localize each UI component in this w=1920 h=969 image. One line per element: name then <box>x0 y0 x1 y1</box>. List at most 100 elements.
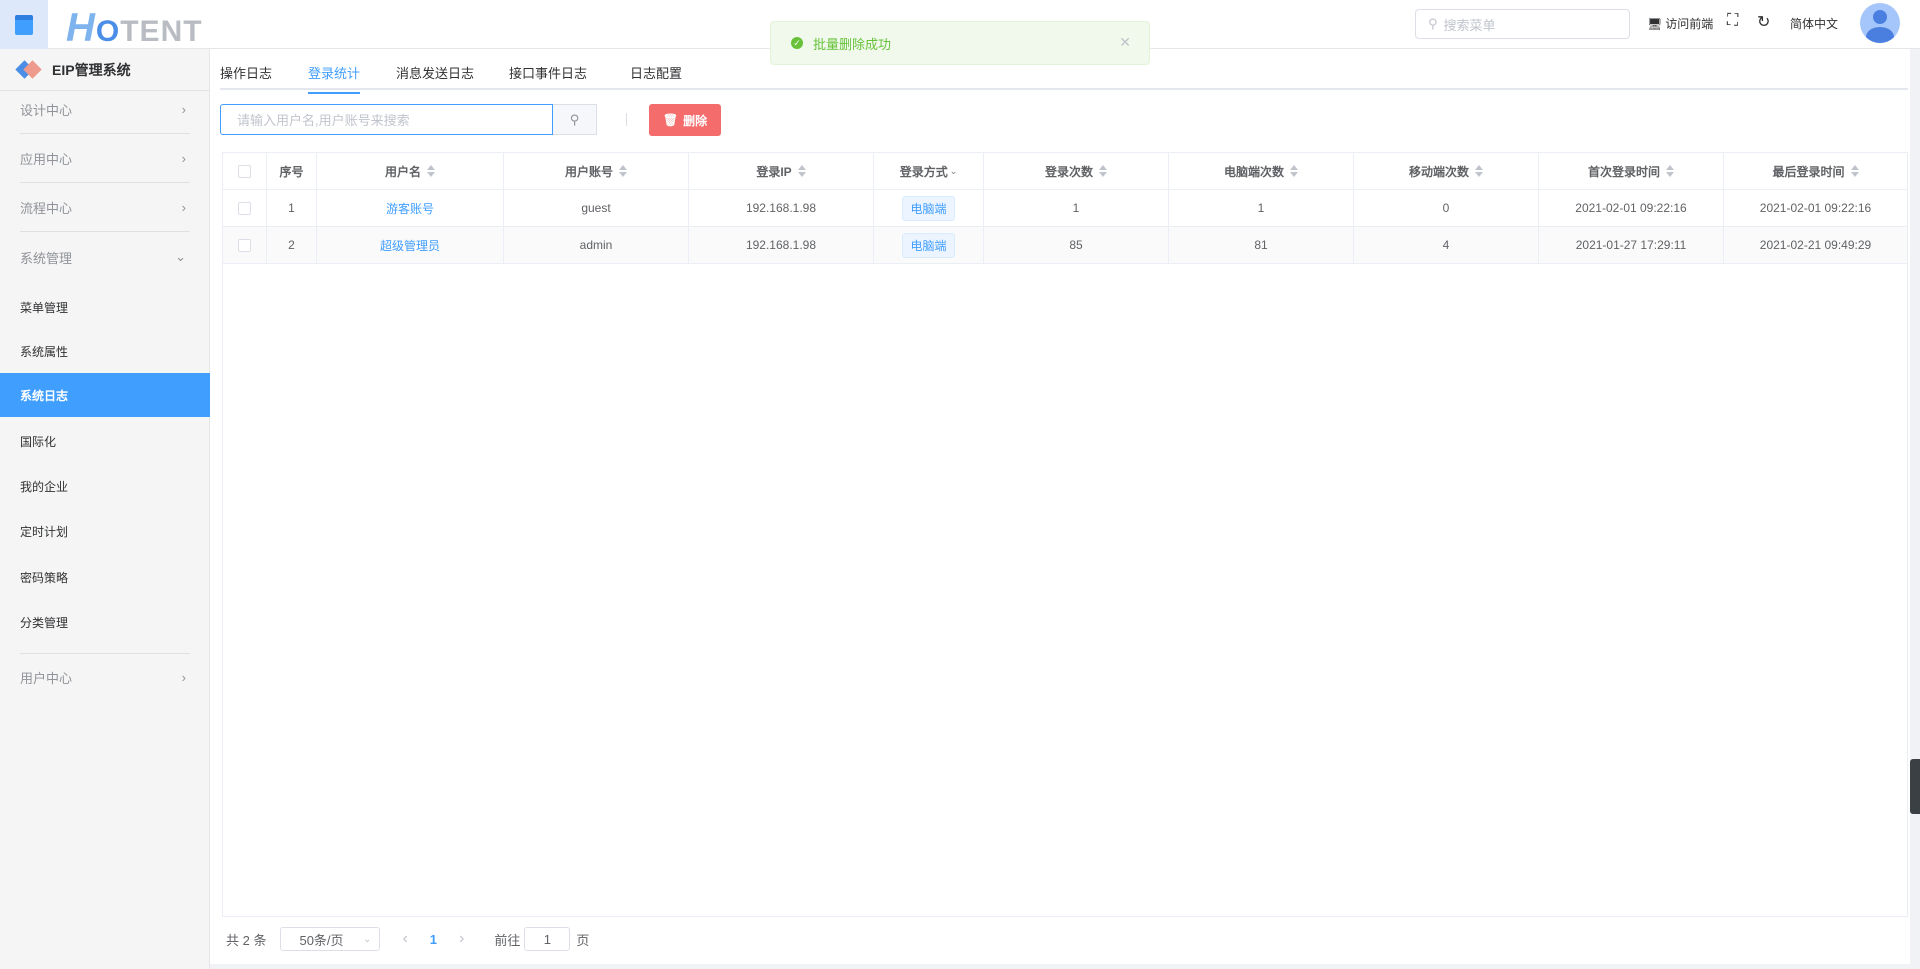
sort-icon[interactable] <box>1290 165 1298 177</box>
delete-button[interactable]: 🗑 删除 <box>649 104 721 136</box>
sort-icon[interactable] <box>797 165 806 177</box>
prev-page-button[interactable]: ‹ <box>402 930 407 948</box>
sidebar-group-design[interactable]: 设计中心 › <box>20 86 190 134</box>
cell-index: 1 <box>267 190 317 226</box>
sort-icon[interactable] <box>1475 165 1483 177</box>
refresh-icon[interactable]: ↻ <box>1757 12 1770 32</box>
cell-index: 2 <box>267 227 317 263</box>
tab-operation-log[interactable]: 操作日志 <box>220 63 272 92</box>
header-login-method[interactable]: 登录方式 ⌄ <box>874 153 984 189</box>
cell-login-method: 电脑端 <box>874 190 984 226</box>
header-last-login[interactable]: 最后登录时间 <box>1724 153 1907 189</box>
search-icon: ⚲ <box>1428 16 1438 31</box>
avatar[interactable] <box>1860 3 1900 43</box>
row-checkbox[interactable] <box>223 190 267 226</box>
filter-chevron-icon[interactable]: ⌄ <box>950 166 958 177</box>
sort-icon[interactable] <box>1850 165 1859 177</box>
search-icon: ⚲ <box>569 111 580 127</box>
cell-pc-count: 81 <box>1169 227 1354 263</box>
system-logo-icon <box>15 59 42 79</box>
visit-frontend-button[interactable]: 🖥 访问前端 <box>1647 15 1713 32</box>
cell-mobile-count: 4 <box>1354 227 1539 263</box>
sidebar-item-menu[interactable]: 菜单管理 <box>0 285 210 329</box>
header-login-count[interactable]: 登录次数 <box>984 153 1169 189</box>
sidebar-item-category[interactable]: 分类管理 <box>0 600 210 644</box>
login-stats-table: 序号 用户名 用户账号 登录IP 登录方式 ⌄ 登录次数 电脑端次数 移动端次数 … <box>222 152 1908 917</box>
header-mobile-count[interactable]: 移动端次数 <box>1354 153 1539 189</box>
check-circle-icon: ✓ <box>791 37 803 49</box>
tab-message-log[interactable]: 消息发送日志 <box>396 63 474 92</box>
cell-ip: 192.168.1.98 <box>689 190 874 226</box>
fullscreen-icon[interactable]: ⛶ <box>1727 12 1738 30</box>
cell-last-login: 2021-02-21 09:49:29 <box>1759 238 1872 252</box>
chevron-down-icon: ⌄ <box>175 249 186 264</box>
cell-login-count: 85 <box>984 227 1169 263</box>
cell-login-count: 1 <box>984 190 1169 226</box>
menu-search-input[interactable]: ⚲ 搜索菜单 <box>1415 9 1630 39</box>
next-page-button[interactable]: › <box>459 930 464 948</box>
search-button[interactable]: ⚲ <box>553 104 597 135</box>
logo: HOTENT <box>66 6 203 50</box>
tab-login-stats[interactable]: 登录统计 <box>308 63 361 94</box>
cell-username-link[interactable]: 超级管理员 <box>317 227 504 263</box>
chevron-right-icon: › <box>181 670 186 685</box>
header-pc-count[interactable]: 电脑端次数 <box>1169 153 1354 189</box>
header-ip[interactable]: 登录IP <box>689 153 874 189</box>
divider <box>626 113 627 126</box>
menu-icon <box>15 14 33 35</box>
cell-account: admin <box>504 227 689 263</box>
sidebar-item-password-policy[interactable]: 密码策略 <box>0 555 210 599</box>
sidebar-item-i18n[interactable]: 国际化 <box>0 419 210 463</box>
select-all-checkbox[interactable] <box>223 153 267 189</box>
cell-username-link[interactable]: 游客账号 <box>317 190 504 226</box>
cell-ip: 192.168.1.98 <box>689 227 874 263</box>
cell-login-method: 电脑端 <box>874 227 984 263</box>
sidebar-item-properties[interactable]: 系统属性 <box>0 329 210 373</box>
sort-icon[interactable] <box>619 165 627 177</box>
sort-icon[interactable] <box>427 165 435 177</box>
header-account[interactable]: 用户账号 <box>504 153 689 189</box>
trash-icon: 🗑 <box>662 113 679 127</box>
page-number-current[interactable]: 1 <box>430 932 437 947</box>
sidebar-group-app[interactable]: 应用中心 › <box>20 135 190 183</box>
chevron-down-icon: ⌄ <box>363 933 372 945</box>
sidebar-item-schedule[interactable]: 定时计划 <box>0 509 210 553</box>
system-title: EIP管理系统 <box>0 49 209 91</box>
sidebar-item-system-log[interactable]: 系统日志 <box>0 373 210 417</box>
table-header-row: 序号 用户名 用户账号 登录IP 登录方式 ⌄ 登录次数 电脑端次数 移动端次数 … <box>223 153 1907 190</box>
language-switch[interactable]: 简体中文 <box>1790 15 1838 32</box>
goto-label: 前往 <box>494 932 521 948</box>
sidebar-group-flow[interactable]: 流程中心 › <box>20 184 190 232</box>
table-row[interactable]: 1 游客账号 guest 192.168.1.98 电脑端 1 1 0 2021… <box>223 190 1907 227</box>
header-first-login[interactable]: 首次登录时间 <box>1539 153 1724 189</box>
login-method-tag: 电脑端 <box>902 232 955 258</box>
sidebar: EIP管理系统 设计中心 › 应用中心 › 流程中心 › 系统管理 ⌄ 菜单管理 系统属… <box>0 49 210 969</box>
main-content: 操作日志 登录统计 消息发送日志 接口事件日志 日志配置 请输入用户名,用户账号… <box>210 49 1910 964</box>
tab-interface-log[interactable]: 接口事件日志 <box>509 63 587 92</box>
cell-first-login: 2021-01-27 17:29:11 <box>1539 227 1724 263</box>
cell-account: guest <box>504 190 689 226</box>
pagination: 共 2 条 50条/页 ⌄ ‹ 1 › 前往 1 页 <box>226 927 589 951</box>
login-method-tag: 电脑端 <box>902 195 955 221</box>
chevron-right-icon: › <box>181 102 186 117</box>
tab-log-config[interactable]: 日志配置 <box>630 63 682 92</box>
menu-toggle-button[interactable] <box>0 0 48 49</box>
table-row[interactable]: 2 超级管理员 admin 192.168.1.98 电脑端 85 81 4 2… <box>223 227 1907 264</box>
close-icon[interactable]: ✕ <box>1119 34 1131 51</box>
chevron-right-icon: › <box>181 151 186 166</box>
page-size-select[interactable]: 50条/页 ⌄ <box>280 927 381 951</box>
goto-page-input[interactable]: 1 <box>524 927 571 951</box>
row-checkbox[interactable] <box>223 227 267 263</box>
side-panel-handle[interactable] <box>1910 759 1920 814</box>
sidebar-group-user[interactable]: 用户中心 › <box>20 653 190 701</box>
header-index: 序号 <box>267 153 317 189</box>
sort-icon[interactable] <box>1666 165 1674 177</box>
monitor-icon: 🖥 <box>1647 16 1663 31</box>
cell-first-login: 2021-02-01 09:22:16 <box>1539 190 1724 226</box>
sidebar-item-enterprise[interactable]: 我的企业 <box>0 464 210 508</box>
user-search-input[interactable]: 请输入用户名,用户账号来搜索 <box>220 104 553 135</box>
header-username[interactable]: 用户名 <box>317 153 504 189</box>
sort-icon[interactable] <box>1099 165 1107 177</box>
cell-last-login: 2021-02-01 09:22:16 <box>1759 201 1872 215</box>
sidebar-group-system[interactable]: 系统管理 ⌄ <box>20 233 190 281</box>
